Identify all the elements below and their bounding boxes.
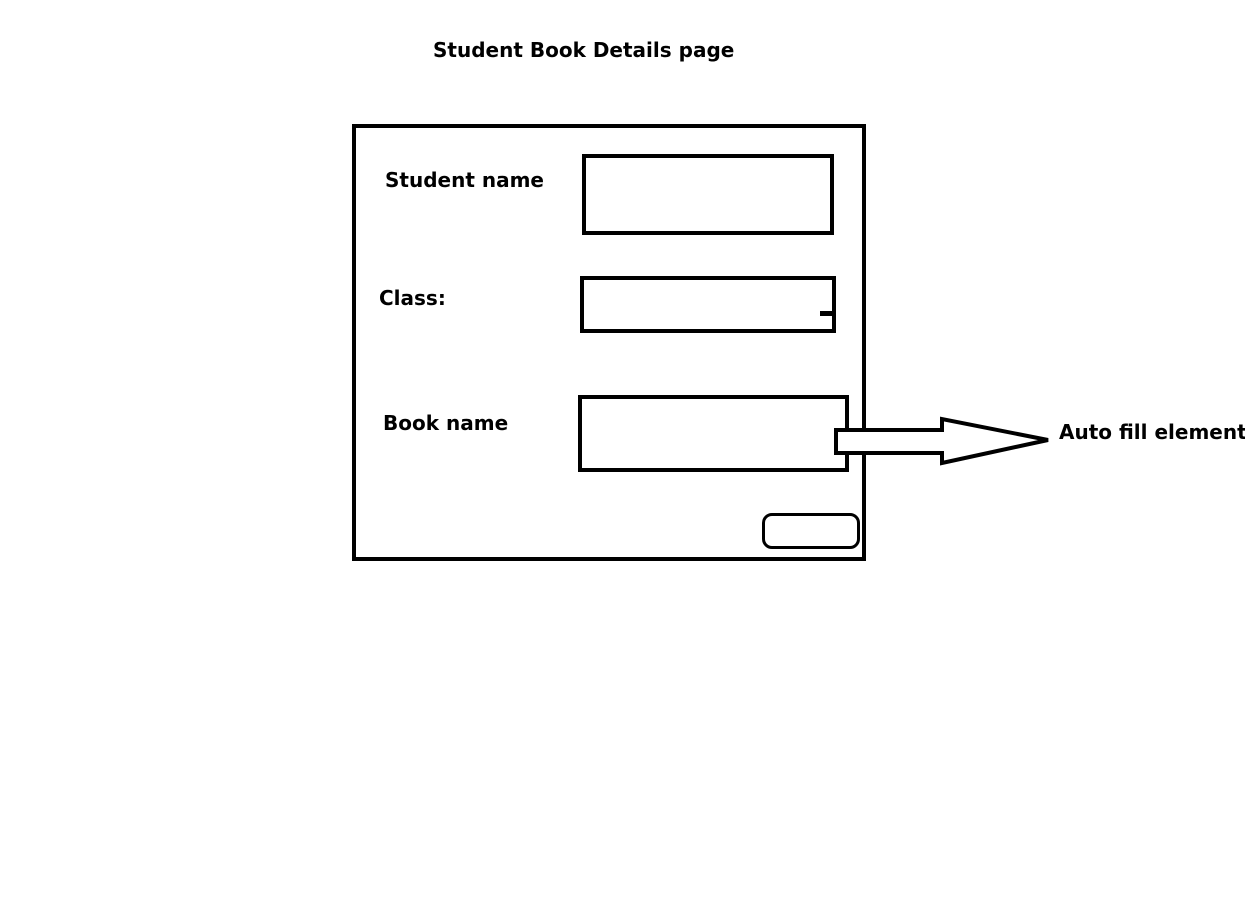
text-cursor-mark xyxy=(820,311,832,316)
book-name-field[interactable] xyxy=(578,395,849,472)
book-name-label: Book name xyxy=(383,411,509,435)
autofill-callout: Auto fill element xyxy=(1059,420,1245,444)
class-field[interactable] xyxy=(580,276,836,333)
page-title: Student Book Details page xyxy=(433,38,735,62)
submit-button[interactable] xyxy=(762,513,860,549)
student-name-label: Student name xyxy=(385,168,544,192)
autofill-arrow-shape xyxy=(834,416,1049,466)
class-label: Class: xyxy=(379,286,446,310)
student-name-field[interactable] xyxy=(582,154,834,235)
